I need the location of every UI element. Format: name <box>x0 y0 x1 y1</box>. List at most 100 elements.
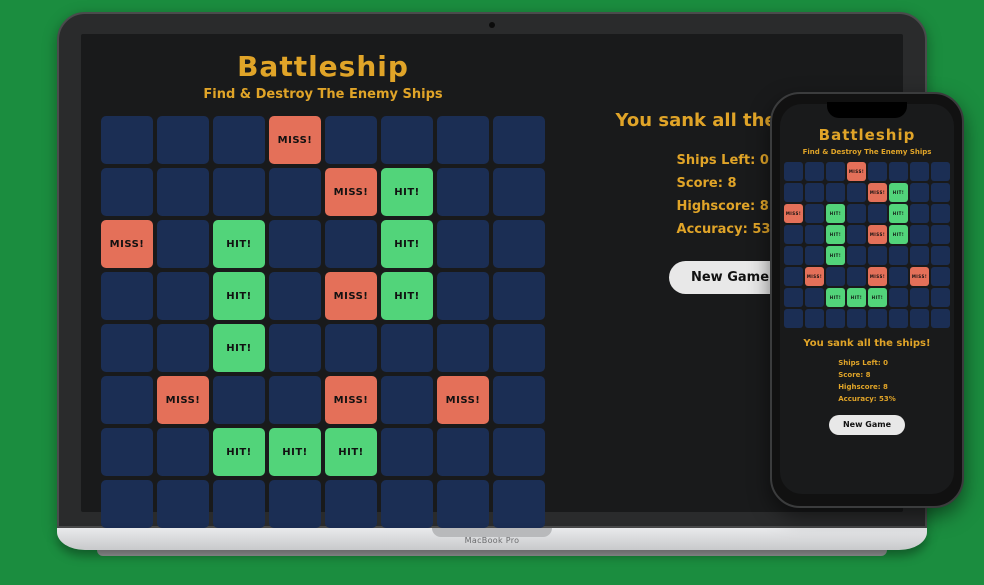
board-cell[interactable] <box>325 324 377 372</box>
board-cell[interactable]: HIT! <box>826 204 845 223</box>
board-cell[interactable] <box>213 116 265 164</box>
board-cell[interactable] <box>805 183 824 202</box>
board-cell[interactable] <box>269 220 321 268</box>
board-cell[interactable] <box>101 272 153 320</box>
board-cell[interactable] <box>847 267 866 286</box>
board-cell[interactable] <box>889 267 908 286</box>
board-cell[interactable] <box>847 246 866 265</box>
board-cell[interactable] <box>784 246 803 265</box>
board-cell[interactable] <box>101 376 153 424</box>
board-cell[interactable] <box>493 272 545 320</box>
board-cell[interactable] <box>269 376 321 424</box>
board-cell[interactable] <box>805 162 824 181</box>
board-cell[interactable] <box>325 220 377 268</box>
board-cell[interactable]: HIT! <box>889 183 908 202</box>
board-cell[interactable] <box>910 183 929 202</box>
board-cell[interactable] <box>805 204 824 223</box>
board-cell[interactable]: HIT! <box>889 204 908 223</box>
board-cell[interactable]: HIT! <box>889 225 908 244</box>
board-cell[interactable] <box>826 267 845 286</box>
board-cell[interactable] <box>437 220 489 268</box>
board-cell[interactable] <box>847 183 866 202</box>
board-cell[interactable] <box>910 288 929 307</box>
board-cell[interactable]: HIT! <box>213 324 265 372</box>
board-cell[interactable] <box>213 480 265 528</box>
board-cell[interactable] <box>931 309 950 328</box>
board-cell[interactable]: HIT! <box>213 220 265 268</box>
board-cell[interactable]: HIT! <box>213 272 265 320</box>
board-cell[interactable]: MISS! <box>910 267 929 286</box>
board-cell[interactable] <box>910 246 929 265</box>
board-cell[interactable] <box>157 116 209 164</box>
board-cell[interactable]: MISS! <box>868 225 887 244</box>
board-cell[interactable]: MISS! <box>269 116 321 164</box>
board-cell[interactable] <box>437 272 489 320</box>
board-cell[interactable] <box>269 480 321 528</box>
board-cell[interactable]: MISS! <box>101 220 153 268</box>
board-cell[interactable] <box>889 309 908 328</box>
board-cell[interactable] <box>381 480 433 528</box>
board-cell[interactable] <box>101 168 153 216</box>
board-cell[interactable]: MISS! <box>868 267 887 286</box>
board-cell[interactable] <box>493 220 545 268</box>
board-cell[interactable] <box>868 204 887 223</box>
board-cell[interactable]: MISS! <box>868 183 887 202</box>
board-cell[interactable] <box>805 309 824 328</box>
board-cell[interactable] <box>868 309 887 328</box>
board-cell[interactable] <box>157 428 209 476</box>
board-cell[interactable] <box>826 162 845 181</box>
board-cell[interactable] <box>493 324 545 372</box>
board-cell[interactable] <box>931 288 950 307</box>
board-cell[interactable] <box>931 183 950 202</box>
board-cell[interactable] <box>889 162 908 181</box>
board-cell[interactable] <box>157 168 209 216</box>
board-cell[interactable] <box>101 480 153 528</box>
board-cell[interactable]: MISS! <box>784 204 803 223</box>
board-cell[interactable] <box>381 116 433 164</box>
board-cell[interactable] <box>493 376 545 424</box>
board-cell[interactable] <box>784 183 803 202</box>
board-cell[interactable] <box>931 204 950 223</box>
board-cell[interactable]: HIT! <box>381 220 433 268</box>
board-cell[interactable]: HIT! <box>325 428 377 476</box>
board-cell[interactable] <box>910 225 929 244</box>
board-cell[interactable]: HIT! <box>826 246 845 265</box>
board-cell[interactable] <box>910 162 929 181</box>
board-cell[interactable] <box>101 428 153 476</box>
board-cell[interactable] <box>325 116 377 164</box>
board-cell[interactable] <box>910 204 929 223</box>
board-cell[interactable] <box>493 480 545 528</box>
board-cell[interactable]: HIT! <box>826 225 845 244</box>
board-cell[interactable] <box>213 376 265 424</box>
board-cell[interactable] <box>826 183 845 202</box>
board-cell[interactable] <box>157 220 209 268</box>
board-cell[interactable] <box>784 309 803 328</box>
board-cell[interactable] <box>437 324 489 372</box>
board-cell[interactable] <box>493 168 545 216</box>
board-cell[interactable] <box>931 246 950 265</box>
board-cell[interactable]: HIT! <box>381 272 433 320</box>
board-cell[interactable] <box>493 428 545 476</box>
board-cell[interactable] <box>269 272 321 320</box>
board-cell[interactable] <box>213 168 265 216</box>
board-cell[interactable] <box>493 116 545 164</box>
board-cell[interactable] <box>931 267 950 286</box>
board-cell[interactable] <box>437 116 489 164</box>
new-game-button[interactable]: New Game <box>829 415 905 435</box>
board-cell[interactable] <box>157 272 209 320</box>
board-cell[interactable] <box>784 225 803 244</box>
board-cell[interactable]: MISS! <box>157 376 209 424</box>
board-cell[interactable] <box>101 116 153 164</box>
board-cell[interactable] <box>805 288 824 307</box>
board-cell[interactable] <box>381 428 433 476</box>
board-cell[interactable] <box>437 480 489 528</box>
board-cell[interactable]: HIT! <box>381 168 433 216</box>
board-cell[interactable] <box>868 162 887 181</box>
board-cell[interactable]: MISS! <box>325 168 377 216</box>
board-cell[interactable] <box>805 246 824 265</box>
board-cell[interactable] <box>784 162 803 181</box>
board-cell[interactable] <box>910 309 929 328</box>
board-cell[interactable] <box>101 324 153 372</box>
board-cell[interactable] <box>381 376 433 424</box>
board-cell[interactable] <box>269 168 321 216</box>
